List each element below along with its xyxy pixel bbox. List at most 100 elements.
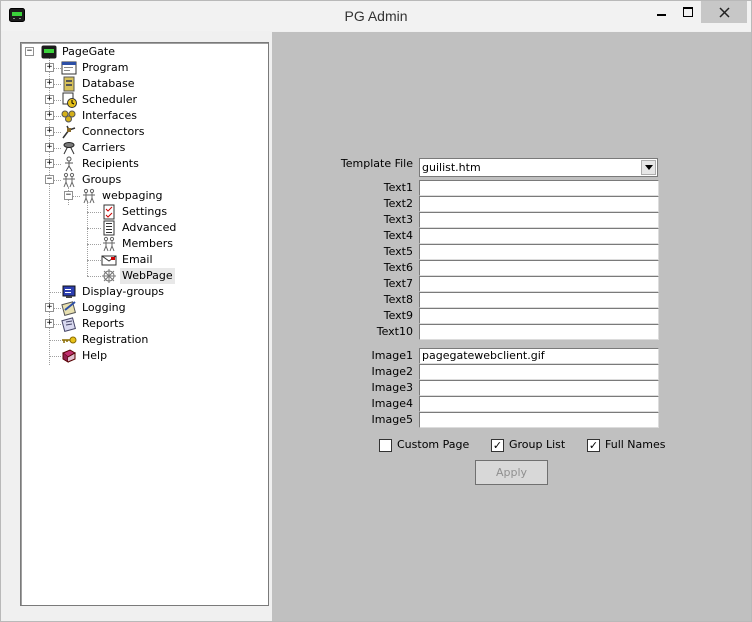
text-field-label: Text8: [383, 293, 413, 306]
image-field-input[interactable]: [419, 412, 659, 428]
template-file-value: guilist.htm: [422, 161, 481, 174]
collapse-toggle[interactable]: −: [45, 175, 54, 184]
window-title: PG Admin: [344, 8, 408, 24]
expand-toggle[interactable]: +: [45, 95, 54, 104]
tree-item-label: webpaging: [102, 189, 163, 202]
text-field-input[interactable]: [419, 196, 659, 212]
database-icon: [61, 76, 77, 92]
text-field-label: Text10: [376, 325, 413, 338]
interfaces-icon: [61, 108, 77, 124]
maximize-button[interactable]: [675, 1, 701, 23]
collapse-toggle[interactable]: −: [25, 47, 34, 56]
custom-page-checkbox[interactable]: [379, 439, 392, 452]
navigation-tree[interactable]: − PageGate + Program + Database + Schedu…: [21, 43, 268, 605]
text-field-label: Text5: [383, 245, 413, 258]
expand-toggle[interactable]: +: [45, 303, 54, 312]
text-field-input[interactable]: [419, 276, 659, 292]
tree-item-label: Database: [82, 77, 135, 90]
template-file-label: Template File: [340, 157, 413, 170]
text-field-label: Text9: [383, 309, 413, 322]
text-field-label: Text3: [383, 213, 413, 226]
image-field-label: Image2: [371, 365, 413, 378]
expand-toggle[interactable]: +: [45, 143, 54, 152]
close-button[interactable]: [701, 1, 747, 23]
text-field-input[interactable]: [419, 180, 659, 196]
navigation-tree-panel[interactable]: − PageGate + Program + Database + Schedu…: [20, 42, 269, 606]
template-file-select[interactable]: guilist.htm: [419, 158, 658, 177]
group-list-checkbox[interactable]: ✓: [491, 439, 504, 452]
tree-item-label: Connectors: [82, 125, 145, 138]
image-field-label: Image5: [371, 413, 413, 426]
tree-item-label: Display-groups: [82, 285, 165, 298]
connectors-icon: [61, 124, 77, 140]
text-field-label: Text7: [383, 277, 413, 290]
text-field-label: Text1: [383, 181, 413, 194]
tree-item-label: Reports: [82, 317, 125, 330]
tree-item-label: Carriers: [82, 141, 126, 154]
image-field-label: Image4: [371, 397, 413, 410]
webpage-icon: [101, 268, 117, 284]
minimize-button[interactable]: [649, 1, 675, 23]
expand-toggle[interactable]: +: [45, 63, 54, 72]
maximize-icon: [682, 6, 693, 17]
text-field-label: Text2: [383, 197, 413, 210]
dropdown-arrow-button[interactable]: [641, 160, 656, 175]
text-field-input[interactable]: [419, 324, 659, 340]
text-field-input[interactable]: [419, 228, 659, 244]
pg-admin-window: PG Admin − PageGate + Program + Database…: [0, 0, 752, 622]
tree-line: [87, 203, 88, 276]
full-names-checkbox[interactable]: ✓: [587, 439, 600, 452]
text-field-input[interactable]: [419, 212, 659, 228]
carriers-icon: [61, 140, 77, 156]
tree-item-label: Scheduler: [82, 93, 138, 106]
expand-toggle[interactable]: +: [45, 159, 54, 168]
collapse-toggle[interactable]: −: [64, 191, 73, 200]
tree-item-label: Settings: [122, 205, 168, 218]
groups-icon: [61, 172, 77, 188]
program-icon: [61, 60, 77, 76]
tree-item-label: Email: [122, 253, 153, 266]
pagegate-icon: [41, 44, 57, 60]
chevron-down-icon: [644, 165, 653, 170]
apply-button[interactable]: Apply: [475, 460, 548, 485]
image-field-input[interactable]: [419, 364, 659, 380]
reports-icon: [61, 316, 77, 332]
tree-item-label: Interfaces: [82, 109, 137, 122]
recipients-icon: [61, 156, 77, 172]
tree-item-label: Groups: [82, 173, 122, 186]
tree-item-label: Advanced: [122, 221, 177, 234]
image-field-label: Image1: [371, 349, 413, 362]
members-icon: [101, 236, 117, 252]
tree-item-label: Help: [82, 349, 108, 362]
help-book-icon: [61, 348, 77, 364]
settings-icon: [101, 204, 117, 220]
image-field-input[interactable]: [419, 380, 659, 396]
tree-item-label: Program: [82, 61, 129, 74]
text-field-input[interactable]: [419, 308, 659, 324]
expand-toggle[interactable]: +: [45, 111, 54, 120]
full-names-label: Full Names: [605, 438, 666, 451]
expand-toggle[interactable]: +: [45, 127, 54, 136]
close-icon: [718, 6, 730, 18]
expand-toggle[interactable]: +: [45, 79, 54, 88]
image-field-input[interactable]: pagegatewebclient.gif: [419, 348, 659, 364]
key-icon: [61, 332, 77, 348]
text-field-input[interactable]: [419, 244, 659, 260]
tree-item-label: Members: [122, 237, 173, 250]
scheduler-icon: [61, 92, 77, 108]
tree-item-label: Registration: [82, 333, 149, 346]
image-field-input[interactable]: [419, 396, 659, 412]
tree-item-label: Logging: [82, 301, 126, 314]
tree-item-label: WebPage: [120, 268, 175, 284]
text-field-input[interactable]: [419, 292, 659, 308]
expand-toggle[interactable]: +: [45, 319, 54, 328]
advanced-icon: [101, 220, 117, 236]
title-bar[interactable]: PG Admin: [1, 1, 751, 31]
text-field-input[interactable]: [419, 260, 659, 276]
minimize-icon: [657, 14, 666, 16]
display-groups-icon: [61, 284, 77, 300]
custom-page-label: Custom Page: [397, 438, 470, 451]
text-field-label: Text6: [383, 261, 413, 274]
group-icon: [81, 188, 97, 204]
tree-item-label: Recipients: [82, 157, 139, 170]
